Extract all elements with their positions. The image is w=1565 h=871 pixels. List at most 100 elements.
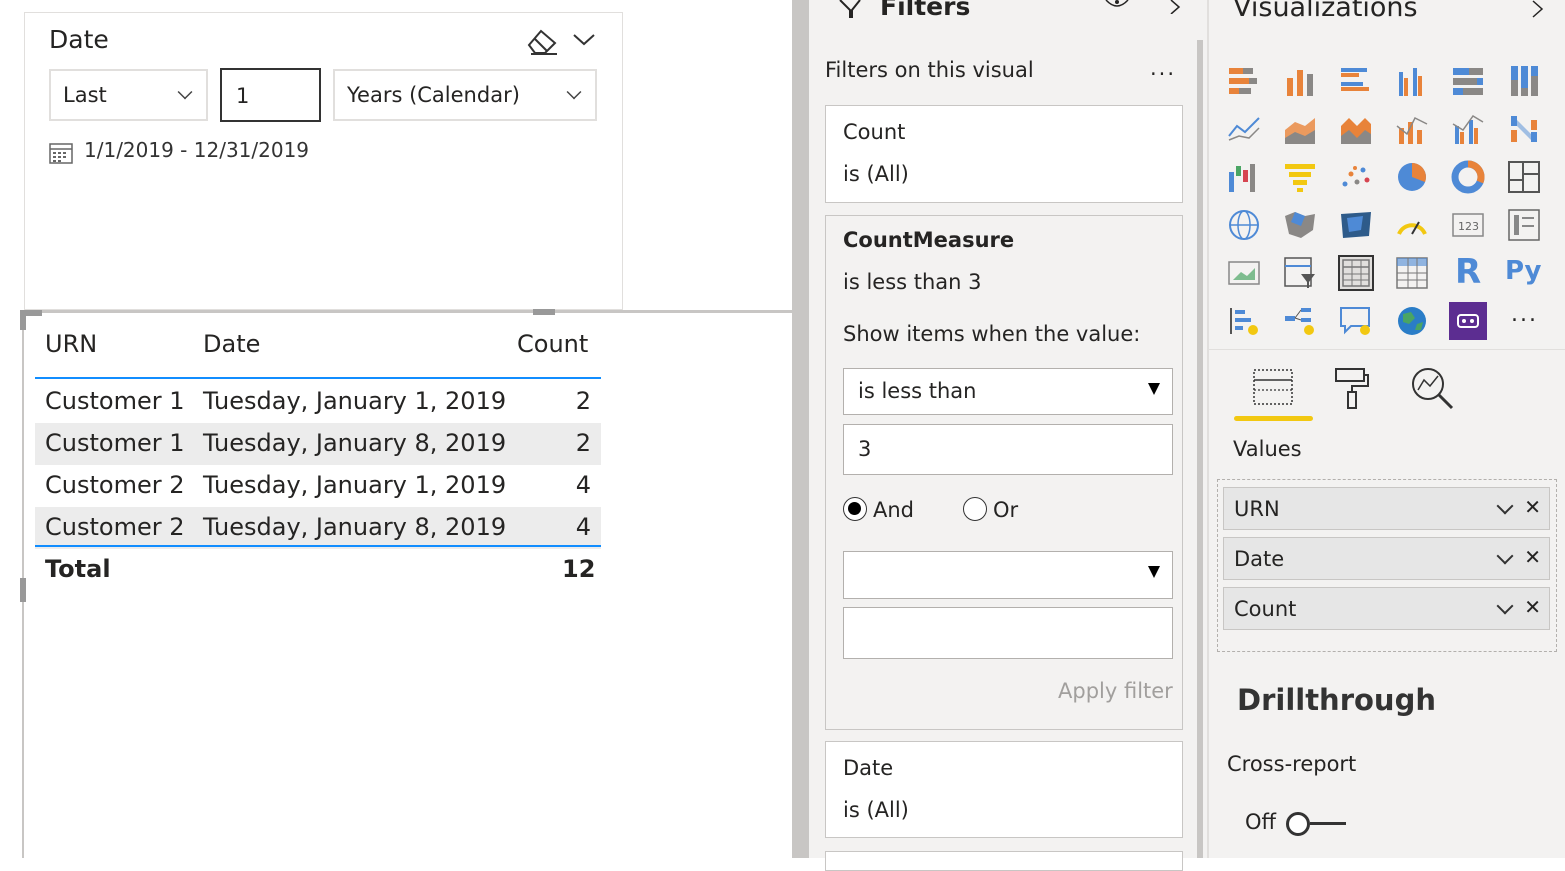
- decomposition-tree-icon[interactable]: [1281, 302, 1319, 340]
- 100-stacked-column-icon[interactable]: [1505, 62, 1543, 100]
- and-label: And: [873, 498, 915, 522]
- chevron-down-icon[interactable]: [1496, 597, 1514, 615]
- table-row[interactable]: Customer 1 Tuesday, January 1, 2019 2: [35, 381, 601, 423]
- stacked-column-icon[interactable]: [1281, 62, 1319, 100]
- filter-card-summary: is less than 3: [843, 270, 982, 294]
- cell-date: Tuesday, January 8, 2019: [203, 429, 507, 457]
- stacked-area-icon[interactable]: [1337, 110, 1375, 148]
- scatter-icon[interactable]: [1337, 158, 1375, 196]
- arcgis-map-icon[interactable]: [1393, 302, 1431, 340]
- svg-text:123: 123: [1458, 220, 1479, 233]
- card-icon[interactable]: 123: [1449, 206, 1487, 244]
- cross-report-toggle[interactable]: [1286, 812, 1310, 836]
- multi-row-card-icon[interactable]: [1505, 206, 1543, 244]
- and-radio[interactable]: [843, 497, 867, 521]
- filter-card-count[interactable]: Count is (All): [825, 105, 1183, 203]
- donut-icon[interactable]: [1449, 158, 1487, 196]
- remove-field-icon[interactable]: ✕: [1524, 545, 1541, 569]
- eye-icon[interactable]: [1104, 0, 1130, 10]
- filter-card-name: CountMeasure: [843, 228, 1015, 252]
- cell-urn: Customer 1: [45, 387, 185, 415]
- python-visual-icon[interactable]: Py: [1505, 254, 1543, 292]
- more-options-icon[interactable]: ...: [1150, 56, 1176, 80]
- cross-report-label: Cross-report: [1227, 752, 1357, 776]
- 100-stacked-bar-icon[interactable]: [1449, 62, 1487, 100]
- or-radio[interactable]: [963, 497, 987, 521]
- condition-dropdown[interactable]: is less than: [843, 368, 1173, 415]
- table-row[interactable]: Customer 2 Tuesday, January 1, 2019 4: [35, 465, 601, 507]
- pane-gutter: [792, 0, 809, 858]
- visualizations-title: Visualizations: [1233, 0, 1418, 23]
- chevron-down-icon[interactable]: [1496, 497, 1514, 515]
- remove-field-icon[interactable]: ✕: [1524, 595, 1541, 619]
- section-divider: [1209, 349, 1565, 350]
- condition-value-input[interactable]: 3: [843, 424, 1173, 475]
- filter-card-next[interactable]: [825, 851, 1183, 871]
- analytics-magnifier-icon[interactable]: [1410, 366, 1456, 410]
- ribbon-chart-icon[interactable]: [1505, 110, 1543, 148]
- cell-count: 4: [575, 471, 591, 499]
- line-chart-icon[interactable]: [1225, 110, 1263, 148]
- format-roller-icon[interactable]: [1332, 366, 1372, 410]
- value-field-date[interactable]: Date ✕: [1223, 537, 1550, 580]
- value-field-urn[interactable]: URN ✕: [1223, 487, 1550, 530]
- second-condition-dropdown[interactable]: [843, 551, 1173, 599]
- r-glyph: R: [1455, 252, 1482, 292]
- shape-map-icon[interactable]: [1337, 206, 1375, 244]
- gauge-icon[interactable]: [1393, 206, 1431, 244]
- waterfall-icon[interactable]: [1225, 158, 1263, 196]
- scrollbar[interactable]: [1197, 40, 1203, 858]
- resize-handle[interactable]: [20, 578, 26, 602]
- relative-option-value: Last: [63, 83, 107, 107]
- resize-handle[interactable]: [20, 310, 26, 330]
- column-header-urn[interactable]: URN: [45, 330, 97, 358]
- eraser-icon[interactable]: [525, 25, 559, 55]
- filter-card-date[interactable]: Date is (All): [825, 741, 1183, 838]
- treemap-icon[interactable]: [1505, 158, 1543, 196]
- slicer-icon[interactable]: [1281, 254, 1319, 292]
- map-icon[interactable]: [1225, 206, 1263, 244]
- cell-count: 2: [575, 429, 591, 457]
- period-dropdown[interactable]: Years (Calendar): [333, 69, 597, 121]
- python-glyph: Py: [1505, 256, 1542, 286]
- remove-field-icon[interactable]: ✕: [1524, 495, 1541, 519]
- field-name: Date: [1234, 547, 1285, 571]
- table-row[interactable]: Customer 2 Tuesday, January 8, 2019 4: [35, 507, 601, 549]
- table-icon[interactable]: [1337, 254, 1375, 292]
- cell-count: 2: [575, 387, 591, 415]
- resize-handle[interactable]: [533, 309, 555, 315]
- matrix-icon[interactable]: [1393, 254, 1431, 292]
- line-clustered-column-icon[interactable]: [1449, 110, 1487, 148]
- custom-visual-icon[interactable]: [1449, 302, 1487, 340]
- second-value-input[interactable]: [843, 607, 1173, 659]
- drillthrough-title: Drillthrough: [1237, 683, 1436, 717]
- qna-icon[interactable]: [1337, 302, 1375, 340]
- cell-date: Tuesday, January 1, 2019: [203, 387, 507, 415]
- pie-icon[interactable]: [1393, 158, 1431, 196]
- apply-filter-button[interactable]: Apply filter: [1058, 679, 1173, 703]
- value-field-count[interactable]: Count ✕: [1223, 587, 1550, 630]
- chevron-down-icon[interactable]: [1496, 547, 1514, 565]
- table-row[interactable]: Customer 1 Tuesday, January 8, 2019 2: [35, 423, 601, 465]
- area-chart-icon[interactable]: [1281, 110, 1319, 148]
- collapse-pane-icon[interactable]: [1530, 0, 1546, 18]
- r-visual-icon[interactable]: R: [1449, 252, 1487, 292]
- collapse-pane-icon[interactable]: [1168, 0, 1184, 14]
- relative-option-dropdown[interactable]: Last: [49, 69, 208, 121]
- kpi-icon[interactable]: [1225, 254, 1263, 292]
- funnel-icon[interactable]: [1281, 158, 1319, 196]
- key-influencers-icon[interactable]: [1225, 302, 1263, 340]
- column-header-date[interactable]: Date: [203, 330, 260, 358]
- more-visuals-icon[interactable]: ...: [1505, 302, 1543, 340]
- column-header-count[interactable]: Count: [517, 330, 588, 358]
- fields-tab-icon[interactable]: [1250, 366, 1296, 408]
- relative-number-input[interactable]: 1: [220, 68, 321, 122]
- filled-map-icon[interactable]: [1281, 206, 1319, 244]
- chevron-down-icon[interactable]: [571, 29, 597, 49]
- show-items-label: Show items when the value:: [843, 322, 1141, 346]
- stacked-bar-icon[interactable]: [1225, 62, 1263, 100]
- line-column-icon[interactable]: [1393, 110, 1431, 148]
- clustered-bar-icon[interactable]: [1337, 62, 1375, 100]
- clustered-column-icon[interactable]: [1393, 62, 1431, 100]
- more-glyph: ...: [1511, 302, 1538, 327]
